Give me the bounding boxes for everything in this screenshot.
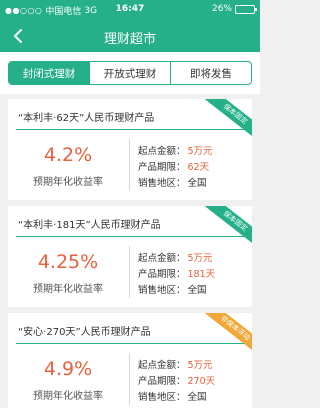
- card-divider: [16, 343, 244, 344]
- segmented-tabs: 封闭式理财 开放式理财 即将发售: [8, 61, 252, 85]
- term-row: 产品期限： 62天: [138, 159, 209, 173]
- product-card[interactable]: “本利丰·181天”人民币理财产品 保本固定 4.25% 预期年化收益率 起点金…: [8, 206, 252, 307]
- card-divider: [16, 236, 244, 237]
- product-ribbon: 保本固定: [201, 99, 252, 143]
- region-label: 销售地区：: [138, 285, 186, 296]
- vertical-divider: [129, 246, 130, 298]
- tab-open-end[interactable]: 开放式理财: [89, 62, 170, 84]
- card-divider: [16, 129, 244, 130]
- product-title: “安心·270天”人民币理财产品: [18, 327, 151, 338]
- term-row: 产品期限： 270天: [138, 373, 215, 387]
- term-label: 产品期限：: [138, 269, 186, 280]
- product-card[interactable]: “本利丰·62天”人民币理财产品 保本固定 4.2% 预期年化收益率 起点金额：…: [8, 99, 252, 200]
- min-amount-row: 起点金额： 5万元: [138, 357, 213, 371]
- product-rate: 4.9%: [43, 358, 93, 380]
- region-value: 全国: [187, 285, 207, 296]
- min-amount-value: 5万元: [187, 360, 213, 371]
- min-amount-row: 起点金额： 5万元: [138, 143, 213, 157]
- product-card[interactable]: “安心·270天”人民币理财产品 非保本浮动 4.9% 预期年化收益率 起点金额…: [8, 313, 252, 408]
- region-label: 销售地区：: [138, 392, 186, 403]
- rate-label: 预期年化收益率: [33, 284, 103, 295]
- page-title: 理财超市: [103, 32, 156, 47]
- battery-icon: [235, 4, 257, 14]
- term-value: 62天: [187, 162, 210, 173]
- nav-bar: 理财超市: [0, 20, 260, 52]
- product-title: “本利丰·181天”人民币理财产品: [18, 220, 161, 231]
- min-amount-row: 起点金额： 5万元: [138, 250, 213, 264]
- rate-label: 预期年化收益率: [33, 177, 103, 188]
- region-row: 销售地区： 全国: [138, 389, 207, 403]
- term-row: 产品期限： 181天: [138, 266, 215, 280]
- min-amount-label: 起点金额：: [138, 146, 186, 157]
- term-value: 181天: [187, 269, 216, 280]
- region-row: 销售地区： 全国: [138, 282, 207, 296]
- min-amount-label: 起点金额：: [138, 360, 186, 371]
- product-rate: 4.2%: [43, 144, 93, 166]
- product-rate: 4.25%: [37, 251, 99, 273]
- region-label: 销售地区：: [138, 178, 186, 189]
- min-amount-label: 起点金额：: [138, 253, 186, 264]
- product-ribbon: 非保本浮动: [201, 313, 252, 357]
- vertical-divider: [129, 353, 130, 405]
- region-row: 销售地区： 全国: [138, 175, 207, 189]
- term-label: 产品期限：: [138, 162, 186, 173]
- term-value: 270天: [187, 376, 216, 387]
- region-value: 全国: [187, 392, 207, 403]
- min-amount-value: 5万元: [187, 253, 213, 264]
- rate-label: 预期年化收益率: [33, 391, 103, 402]
- product-title: “本利丰·62天”人民币理财产品: [18, 113, 155, 124]
- min-amount-value: 5万元: [187, 146, 213, 157]
- status-bar: ●●○○○ 中国电信 3G 16:47 26%: [0, 0, 260, 20]
- battery-percent: 26%: [211, 4, 232, 14]
- region-value: 全国: [187, 178, 207, 189]
- tab-closed-end[interactable]: 封闭式理财: [9, 62, 89, 84]
- vertical-divider: [129, 139, 130, 191]
- tabs-container: 封闭式理财 开放式理财 即将发售: [0, 52, 260, 94]
- product-ribbon: 保本固定: [201, 206, 252, 250]
- tab-upcoming[interactable]: 即将发售: [170, 62, 251, 84]
- term-label: 产品期限：: [138, 376, 186, 387]
